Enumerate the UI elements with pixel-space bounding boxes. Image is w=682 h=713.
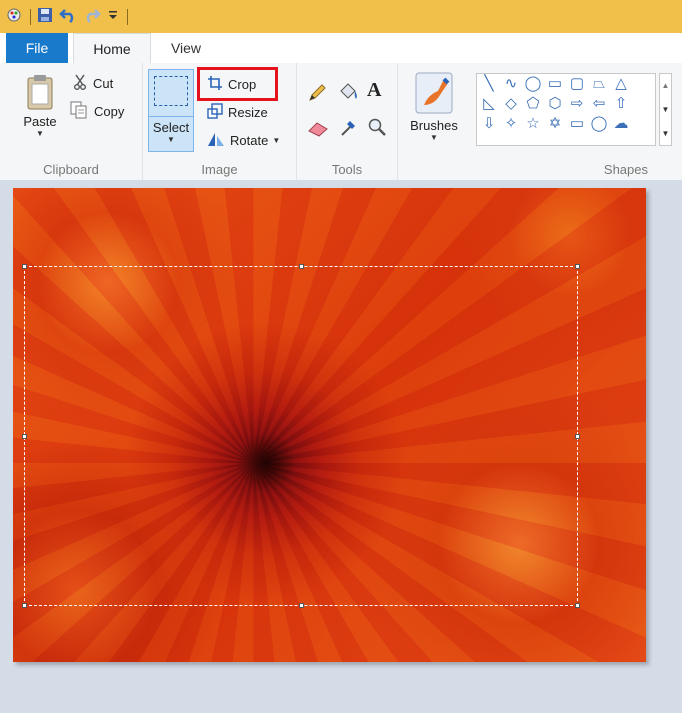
qat-separator-2 (127, 8, 128, 25)
text-icon[interactable]: A (367, 79, 381, 102)
scroll-up-icon[interactable]: ▲ (660, 74, 671, 98)
selection-rectangle[interactable] (24, 266, 578, 606)
pentagon-icon[interactable]: ⬠ (522, 94, 544, 114)
select-label: Select (152, 120, 190, 135)
resize-button[interactable]: Resize (207, 103, 268, 122)
shapes-group-label: Shapes (603, 162, 648, 177)
copy-button[interactable]: Copy (70, 101, 124, 122)
selection-handle[interactable] (575, 434, 580, 439)
curve-icon[interactable]: ∿ (500, 74, 522, 94)
chevron-down-icon: ▼ (430, 133, 438, 142)
polygon-icon[interactable]: ⏢ (588, 74, 610, 94)
resize-label: Resize (228, 105, 268, 120)
clipboard-group: Paste ▼ Cut Copy Clipboard (0, 63, 143, 180)
tab-file[interactable]: File (6, 33, 68, 63)
chevron-down-icon: ▼ (272, 136, 281, 145)
scroll-down-icon[interactable]: ▼ (660, 98, 671, 122)
hexagon-icon[interactable]: ⬡ (544, 94, 566, 114)
image-group-label: Image (201, 162, 238, 177)
six-point-star-icon[interactable]: ✡ (544, 114, 566, 134)
selection-handle[interactable] (22, 434, 27, 439)
resize-icon (207, 103, 223, 122)
rectangle-icon[interactable]: ▭ (544, 74, 566, 94)
undo-icon[interactable] (59, 7, 77, 26)
line-icon[interactable]: ╲ (478, 74, 500, 94)
tab-home[interactable]: Home (73, 33, 151, 64)
selection-handle[interactable] (22, 264, 27, 269)
customize-icon[interactable] (107, 8, 119, 25)
left-arrow-icon[interactable]: ⇦ (588, 94, 610, 114)
brushes-icon (414, 72, 454, 118)
rounded-rectangle-icon[interactable]: ▢ (566, 74, 588, 94)
rounded-callout-icon[interactable]: ▭ (566, 114, 588, 134)
rotate-icon (207, 131, 225, 150)
copy-label: Copy (94, 104, 125, 119)
brushes-group: Brushes ▼ (398, 63, 468, 180)
selection-handle[interactable] (299, 264, 304, 269)
selection-handle[interactable] (22, 603, 27, 608)
chevron-down-icon: ▼ (167, 135, 175, 144)
cut-label: Cut (93, 76, 114, 91)
right-triangle-icon[interactable]: ◺ (478, 94, 500, 114)
oval-callout-icon[interactable]: ◯ (588, 114, 610, 134)
up-arrow-icon[interactable]: ⇧ (610, 94, 632, 114)
select-button[interactable]: Select ▼ (148, 69, 194, 152)
rotate-button[interactable]: Rotate ▼ (207, 131, 280, 150)
scissors-icon (73, 74, 87, 93)
qat-separator (30, 8, 31, 25)
save-icon[interactable] (37, 7, 53, 26)
selection-handle[interactable] (575, 264, 580, 269)
brushes-label: Brushes (410, 118, 458, 133)
cut-button[interactable]: Cut (73, 74, 113, 93)
diamond-icon[interactable]: ◇ (500, 94, 522, 114)
down-arrow-icon[interactable]: ⇩ (478, 114, 500, 134)
crop-highlight-box (197, 67, 278, 101)
rotate-label: Rotate (230, 133, 269, 148)
ribbon-tabs: File Home View (0, 33, 682, 64)
brushes-button[interactable]: Brushes ▼ (404, 71, 464, 142)
right-arrow-icon[interactable]: ⇨ (566, 94, 588, 114)
eraser-icon[interactable] (307, 119, 329, 137)
redo-icon[interactable] (83, 7, 101, 26)
magnifier-icon[interactable] (367, 117, 387, 137)
tools-group: A Tools (297, 63, 398, 180)
paste-label: Paste (23, 114, 57, 129)
paint-icon[interactable] (6, 7, 22, 26)
selection-handle[interactable] (299, 603, 304, 608)
ribbon: Paste ▼ Cut Copy Clipboard Select ▼ Crop… (0, 63, 682, 181)
triangle-icon[interactable]: △ (610, 74, 632, 94)
tools-group-label: Tools (331, 162, 363, 177)
shapes-group: ╲ ∿ ◯ ▭ ▢ ⏢ △ ◺ ◇ ⬠ ⬡ ⇨ ⇦ ⇧ ⇩ ✧ ☆ ✡ ▭ ◯ ☁ ▲ ▼ ▼ Shapes (472, 63, 682, 180)
five-point-star-icon[interactable]: ☆ (522, 114, 544, 134)
expand-gallery-icon[interactable]: ▼ (660, 122, 671, 145)
copy-icon (70, 101, 88, 122)
fill-icon[interactable] (337, 81, 359, 103)
cloud-callout-icon[interactable]: ☁ (610, 114, 632, 134)
clipboard-group-label: Clipboard (43, 162, 99, 177)
selection-handle[interactable] (575, 603, 580, 608)
quick-access-toolbar (0, 0, 682, 33)
selection-icon (154, 76, 188, 106)
color-picker-icon[interactable] (339, 117, 359, 137)
tab-view[interactable]: View (157, 33, 215, 63)
pencil-icon[interactable] (307, 83, 327, 103)
shapes-scrollbar[interactable]: ▲ ▼ ▼ (659, 73, 672, 146)
four-point-star-icon[interactable]: ✧ (500, 114, 522, 134)
oval-icon[interactable]: ◯ (522, 74, 544, 94)
paste-icon (25, 75, 55, 114)
paste-button[interactable]: Paste ▼ (18, 73, 62, 138)
chevron-down-icon: ▼ (36, 129, 44, 138)
